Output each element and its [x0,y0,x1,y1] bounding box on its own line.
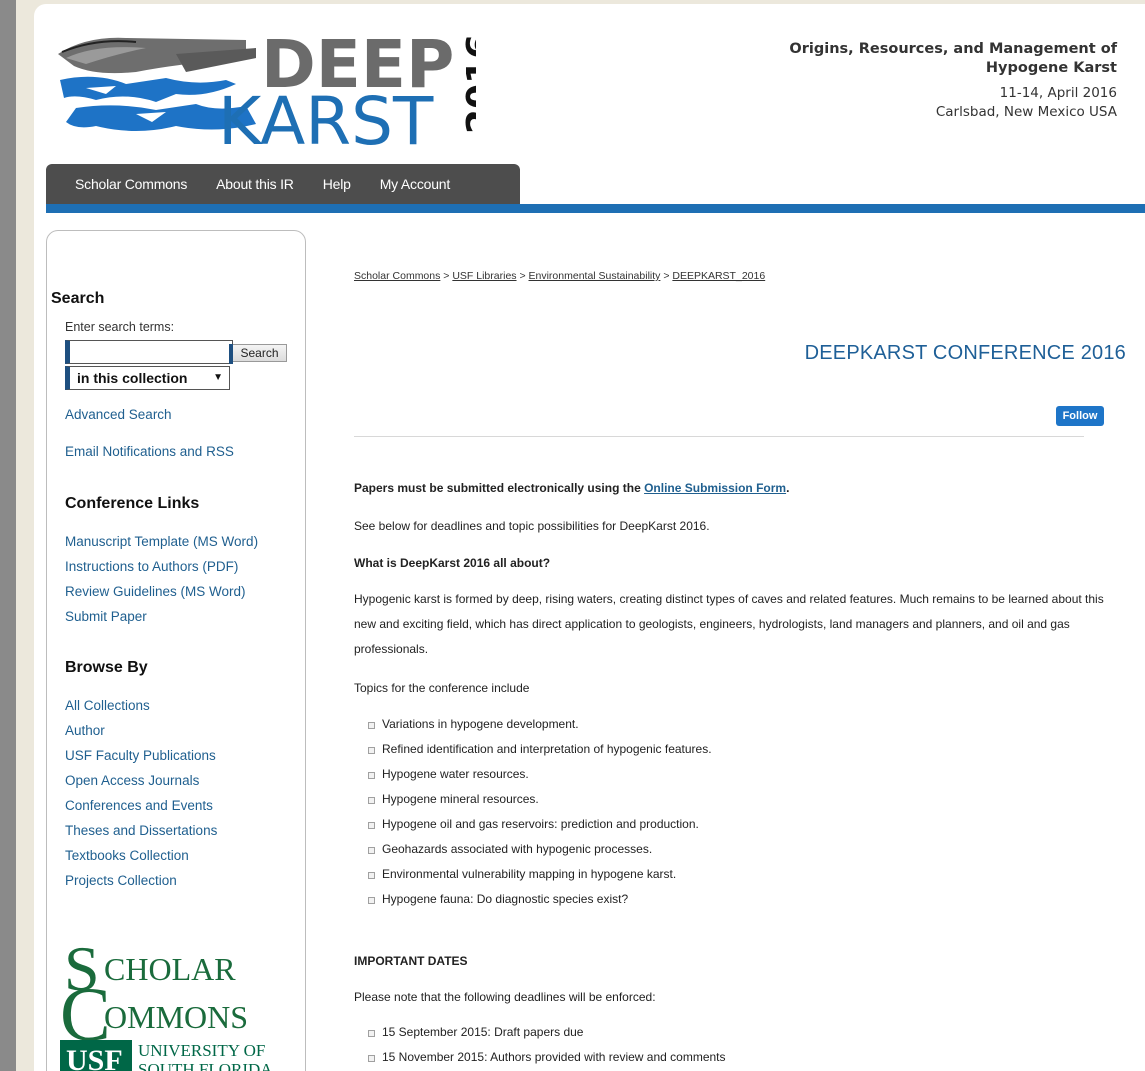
list-item: 15 September 2015: Draft papers due [368,1020,726,1045]
list-item: Environmental vulnerability mapping in h… [368,862,712,887]
list-item: 15 November 2015: Authors provided with … [368,1045,726,1070]
breadcrumb-separator: > [516,270,529,282]
nav-scholar-commons[interactable]: Scholar Commons [75,176,187,192]
main-content: Scholar Commons > USF Libraries > Enviro… [354,4,1126,1071]
breadcrumb-environmental-sustainability[interactable]: Environmental Sustainability [529,270,661,282]
browse-theses-dissertations[interactable]: Theses and Dissertations [65,823,217,838]
topics-list: Variations in hypogene development. Refi… [368,712,712,912]
window-left-edge [0,0,16,1071]
search-scope-select[interactable]: in this collection ▼ [65,366,230,390]
browse-open-access-journals[interactable]: Open Access Journals [65,773,199,788]
list-item: Hypogene water resources. [368,762,712,787]
online-submission-form-link[interactable]: Online Submission Form [644,481,786,495]
conference-links-heading: Conference Links [65,495,200,512]
search-prompt: Enter search terms: [65,320,175,334]
link-review-guidelines[interactable]: Review Guidelines (MS Word) [65,584,246,599]
nav-about-ir[interactable]: About this IR [216,176,294,192]
what-heading: What is DeepKarst 2016 all about? [354,556,551,570]
important-dates-heading: IMPORTANT DATES [354,954,468,968]
browse-projects-collection[interactable]: Projects Collection [65,873,177,888]
dates-intro: Please note that the following deadlines… [354,990,656,1004]
link-submit-paper[interactable]: Submit Paper [65,609,147,624]
nav-help[interactable]: Help [323,176,351,192]
browse-author[interactable]: Author [65,723,105,738]
browse-conferences-events[interactable]: Conferences and Events [65,798,213,813]
page-title: DEEPKARST CONFERENCE 2016 [804,342,1126,364]
search-scope-value: in this collection [77,370,188,386]
browse-usf-faculty-publications[interactable]: USF Faculty Publications [65,748,216,763]
divider [354,436,1084,437]
submission-suffix: . [786,481,790,495]
breadcrumb-scholar-commons[interactable]: Scholar Commons [354,270,440,282]
list-item: Refined identification and interpretatio… [368,737,712,762]
breadcrumb-deepkarst[interactable]: DEEPKARST_2016 [672,270,765,282]
logo-university-line1: UNIVERSITY OF [138,1041,265,1060]
description-paragraph: Hypogenic karst is formed by deep, risin… [354,592,1104,656]
page-container: DEEP KARST 2016 Origins, Resources, and … [34,4,1145,1071]
breadcrumb-separator: > [440,270,453,282]
follow-button[interactable]: Follow [1056,406,1104,426]
submission-notice: Papers must be submitted electronically … [354,481,789,495]
list-item: Hypogene fauna: Do diagnostic species ex… [368,887,712,912]
scholar-commons-logo[interactable]: S CHOLAR C OMMONS USF UNIVERSITY OF SOUT… [60,920,280,1071]
chevron-down-icon: ▼ [213,372,223,383]
breadcrumb-separator: > [660,270,673,282]
browse-textbooks-collection[interactable]: Textbooks Collection [65,848,189,863]
browse-heading: Browse By [65,659,148,676]
list-item: Variations in hypogene development. [368,712,712,737]
list-item: Geohazards associated with hypogenic pro… [368,837,712,862]
browse-all-collections[interactable]: All Collections [65,698,150,713]
logo-university-line2: SOUTH FLORIDA [138,1060,273,1071]
list-item: Hypogene oil and gas reservoirs: predict… [368,812,712,837]
logo-usf-text: USF [66,1044,123,1071]
search-button[interactable]: Search [229,344,287,364]
advanced-search-link[interactable]: Advanced Search [65,407,172,422]
link-manuscript-template[interactable]: Manuscript Template (MS Word) [65,534,258,549]
logo-commons-text: OMMONS [104,999,248,1035]
email-notifications-link[interactable]: Email Notifications and RSS [65,444,234,459]
logo-scholar-text: CHOLAR [104,951,236,987]
breadcrumb: Scholar Commons > USF Libraries > Enviro… [354,270,765,282]
search-input[interactable] [65,340,233,364]
deadlines-note: See below for deadlines and topic possib… [354,519,710,533]
dates-list: 15 September 2015: Draft papers due 15 N… [368,1020,726,1070]
link-instructions-authors[interactable]: Instructions to Authors (PDF) [65,559,238,574]
submission-prefix: Papers must be submitted electronically … [354,481,645,495]
search-heading: Search [51,290,105,307]
breadcrumb-usf-libraries[interactable]: USF Libraries [452,270,516,282]
list-item: Hypogene mineral resources. [368,787,712,812]
topics-intro: Topics for the conference include [354,681,530,695]
